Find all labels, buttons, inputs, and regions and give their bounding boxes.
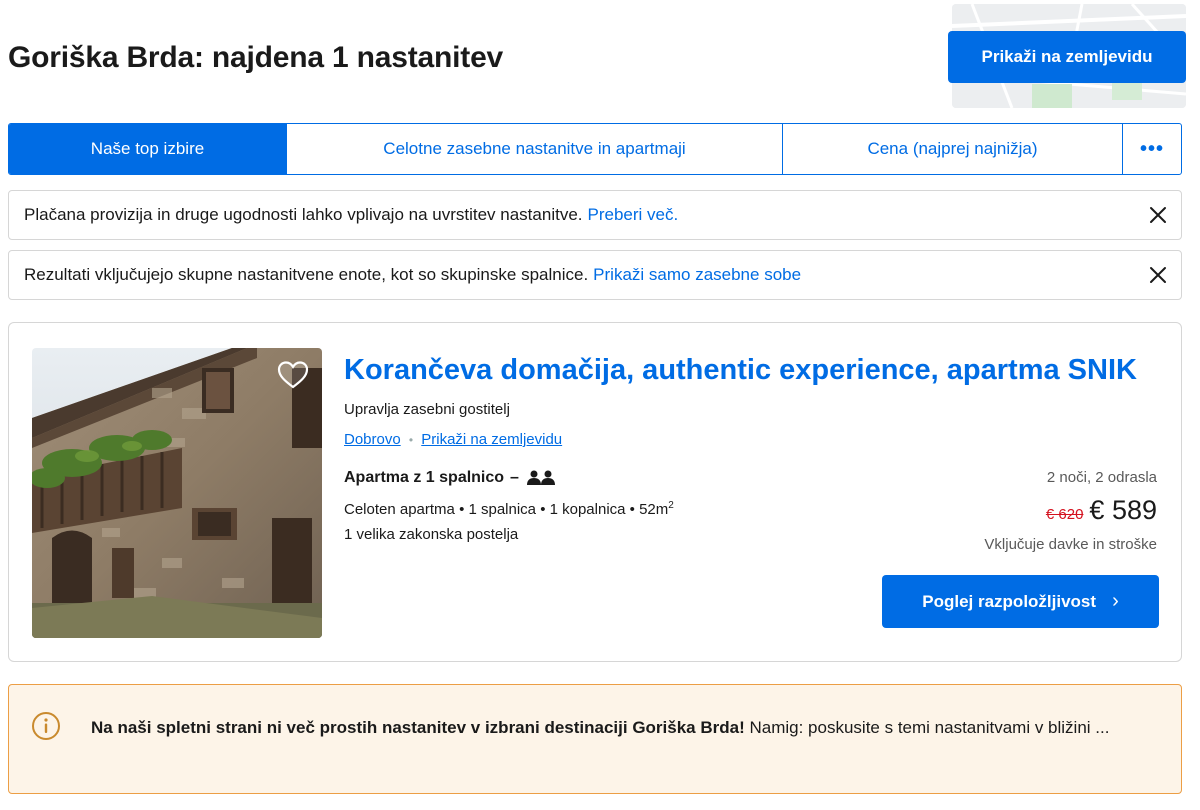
unit-details-text: Celoten apartma • 1 spalnica • 1 kopalni… bbox=[344, 501, 669, 518]
unit-name-text: Apartma z 1 spalnico bbox=[344, 469, 505, 486]
shared-units-notice: Rezultati vključujejo skupne nastanitven… bbox=[8, 250, 1182, 300]
location-link[interactable]: Dobrovo bbox=[344, 431, 401, 448]
unit-separator: – bbox=[510, 469, 519, 486]
read-more-link[interactable]: Preberi več. bbox=[588, 205, 679, 225]
close-icon[interactable] bbox=[1147, 204, 1169, 226]
original-price: € 620 bbox=[1045, 506, 1084, 523]
unit-area-exponent: 2 bbox=[668, 500, 674, 511]
info-icon bbox=[32, 712, 60, 740]
alert-message: Na naši spletni strani ni več prostih na… bbox=[91, 713, 1111, 743]
alert-hint-text: Namig: poskusite s temi nastanitvami v b… bbox=[744, 718, 1110, 737]
host-info: Upravlja zasebni gostitelj bbox=[344, 401, 510, 418]
location-row: Dobrovo • Prikaži na zemljevidu bbox=[344, 431, 562, 448]
tax-info: Vključuje davke in stroške bbox=[984, 536, 1157, 553]
notice-text: Plačana provizija in druge ugodnosti lah… bbox=[24, 205, 583, 224]
tab-more-options[interactable]: ••• bbox=[1123, 124, 1181, 174]
alert-bold-text: Na naši spletni strani ni več prostih na… bbox=[91, 718, 745, 737]
unit-details: Celoten apartma • 1 spalnica • 1 kopalni… bbox=[344, 500, 674, 518]
notice-text: Rezultati vključujejo skupne nastanitven… bbox=[24, 265, 589, 284]
current-price: € 589 bbox=[1089, 495, 1157, 525]
show-on-map-button[interactable]: Prikaži na zemljevidu bbox=[948, 31, 1186, 83]
property-card: Korančeva domačija, authentic experience… bbox=[8, 322, 1182, 662]
see-availability-button[interactable]: Poglej razpoložljivost › bbox=[882, 575, 1159, 628]
no-availability-alert: Na naši spletni strani ni več prostih na… bbox=[8, 684, 1182, 794]
heart-icon[interactable] bbox=[275, 357, 311, 393]
sort-tabs: Naše top izbire Celotne zasebne nastanit… bbox=[8, 123, 1182, 175]
stay-info: 2 noči, 2 odrasla bbox=[1046, 469, 1157, 486]
chevron-right-icon: › bbox=[1112, 590, 1119, 612]
price-row: € 620 € 589 bbox=[1046, 495, 1157, 526]
unit-name: Apartma z 1 spalnico – bbox=[344, 469, 555, 487]
tab-entire-homes[interactable]: Celotne zasebne nastanitve in apartmaji bbox=[287, 124, 783, 174]
search-results-header: Goriška Brda: najdena 1 nastanitev Prika… bbox=[0, 0, 1200, 120]
bed-info: 1 velika zakonska postelja bbox=[344, 526, 519, 543]
commission-notice: Plačana provizija in druge ugodnosti lah… bbox=[8, 190, 1182, 240]
see-availability-label: Poglej razpoložljivost bbox=[922, 591, 1097, 611]
property-title-link[interactable]: Korančeva domačija, authentic experience… bbox=[344, 354, 1137, 387]
show-on-map-link[interactable]: Prikaži na zemljevidu bbox=[421, 431, 562, 448]
private-rooms-link[interactable]: Prikaži samo zasebne sobe bbox=[593, 265, 801, 285]
page-title: Goriška Brda: najdena 1 nastanitev bbox=[8, 41, 504, 74]
tab-price-lowest[interactable]: Cena (najprej najnižja) bbox=[783, 124, 1123, 174]
tab-top-picks[interactable]: Naše top izbire bbox=[9, 124, 287, 174]
two-guests-icon bbox=[526, 470, 555, 485]
separator-dot: • bbox=[408, 433, 414, 447]
close-icon[interactable] bbox=[1147, 264, 1169, 286]
